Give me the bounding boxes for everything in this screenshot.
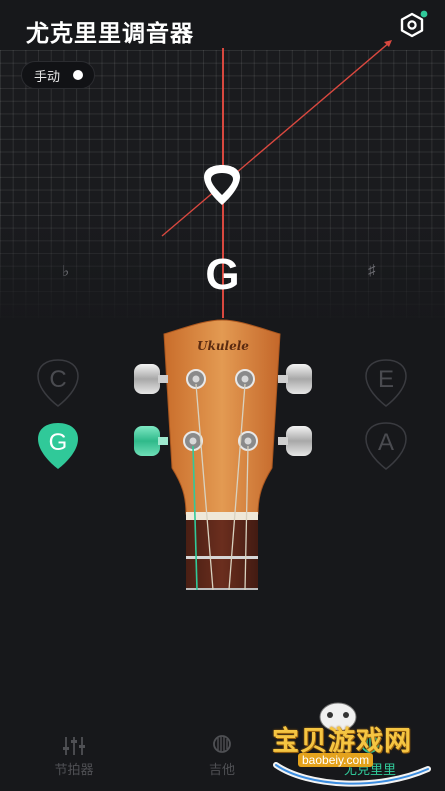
watermark: 宝贝游戏网 baobeiy.com	[268, 695, 438, 791]
tab-metronome[interactable]: 节拍器	[34, 735, 114, 778]
string-label-g: G	[48, 429, 68, 456]
string-button-e[interactable]: E	[364, 358, 408, 408]
peg-a-shaft	[278, 437, 288, 445]
string-button-c[interactable]: C	[36, 358, 80, 408]
peg-e	[286, 364, 312, 394]
post-c-center	[192, 375, 200, 383]
string-button-g[interactable]: G	[36, 421, 80, 471]
flat-indicator: ♭	[62, 263, 70, 280]
peg-e-shaft	[278, 375, 288, 383]
peg-c	[134, 364, 160, 394]
peg-c-shaft	[158, 375, 168, 383]
post-a-center	[244, 437, 252, 445]
guitar-icon	[213, 735, 231, 753]
string-button-a[interactable]: A	[364, 421, 408, 471]
tab-guitar-label: 吉他	[208, 762, 235, 777]
watermark-url: baobeiy.com	[298, 753, 374, 767]
peg-a	[286, 426, 312, 456]
pitch-trace-line	[161, 41, 391, 237]
manual-mode-label: 手动	[34, 68, 61, 84]
post-g-center	[189, 437, 197, 445]
guitar-pick-icon	[204, 165, 240, 205]
brand-logo: Ukulele	[197, 339, 249, 353]
toggle-knob	[73, 70, 83, 80]
post-e-center	[241, 375, 249, 383]
peg-g-shaft	[158, 437, 168, 445]
string-label-a: A	[377, 429, 394, 456]
sharp-indicator: ♯	[368, 262, 376, 279]
manual-mode-toggle[interactable]: 手动	[21, 61, 95, 89]
metronome-sliders-icon	[63, 737, 85, 755]
string-label-c: C	[49, 366, 67, 393]
tab-metronome-label: 节拍器	[54, 762, 94, 777]
detected-note: G	[205, 250, 240, 299]
string-label-e: E	[377, 366, 394, 393]
tab-guitar[interactable]: 吉他	[182, 735, 262, 778]
peg-g	[134, 426, 160, 456]
